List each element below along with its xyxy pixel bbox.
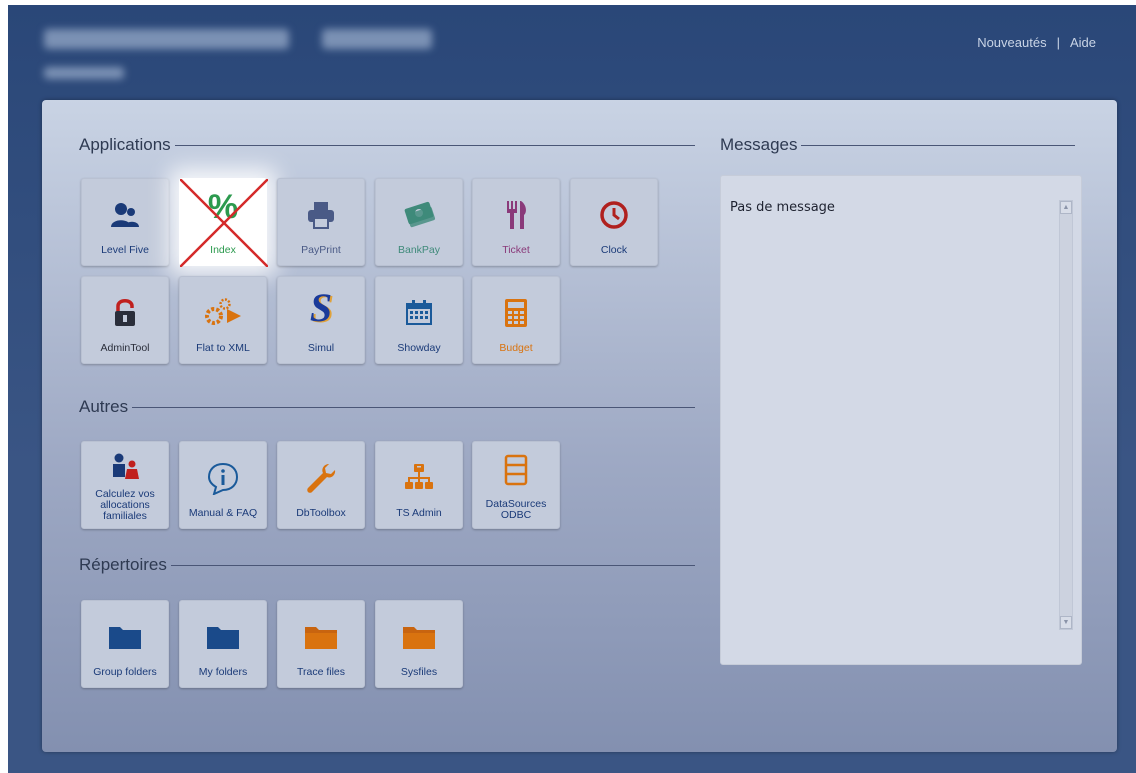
app-tile-budget[interactable]: Budget	[472, 276, 560, 364]
messages-text: Pas de message	[730, 200, 835, 215]
top-links: Nouveautés | Aide	[977, 35, 1096, 50]
messages-title: Messages	[720, 135, 798, 154]
gears-arrow-icon	[205, 298, 241, 325]
other-tile-ts-admin[interactable]: TS Admin	[375, 441, 463, 529]
divider	[801, 144, 1075, 146]
autres-title: Autres	[79, 397, 129, 416]
tile-label: Level Five	[101, 244, 149, 256]
blurred-app-subtitle	[322, 29, 432, 49]
messages-box: Pas de message ▲ ▼	[720, 175, 1082, 665]
tile-label: My folders	[198, 666, 248, 678]
applications-title: Applications	[79, 135, 171, 154]
tile-label: Sysfiles	[400, 666, 438, 678]
tile-label: TS Admin	[396, 507, 442, 519]
other-tile-datasources-odbc[interactable]: DataSources ODBC	[472, 441, 560, 529]
tile-label: DbToolbox	[296, 507, 346, 519]
link-separator: |	[1056, 35, 1060, 50]
folder-tile-sysfiles[interactable]: Sysfiles	[375, 600, 463, 688]
main-panel: Applications Level Five % Index PayPrint…	[42, 100, 1117, 752]
folder-icon	[109, 627, 141, 649]
divider	[170, 564, 695, 566]
messages-heading: Messages	[720, 135, 1075, 155]
app-tile-ticket[interactable]: Ticket	[472, 178, 560, 266]
app-tile-level-five[interactable]: Level Five	[81, 178, 169, 266]
tile-label: Ticket	[502, 244, 530, 256]
users-icon	[111, 203, 139, 227]
tile-label: Manual & FAQ	[188, 507, 258, 519]
blurred-app-title	[44, 29, 289, 49]
divider	[174, 144, 695, 146]
app-tile-flat-to-xml[interactable]: Flat to XML	[179, 276, 267, 364]
banknote-icon	[404, 201, 436, 228]
tile-label: PayPrint	[301, 244, 341, 256]
applications-heading: Applications	[79, 135, 695, 155]
s-logo-icon: S	[309, 284, 333, 330]
autres-heading: Autres	[79, 397, 695, 417]
tile-label: Simul	[307, 342, 335, 354]
repertoires-title: Répertoires	[79, 555, 167, 574]
help-link[interactable]: Aide	[1070, 35, 1096, 50]
calendar-icon	[406, 300, 432, 325]
family-icon	[113, 453, 139, 479]
app-background: Nouveautés | Aide Applications Level Five …	[8, 5, 1136, 773]
repertoires-heading: Répertoires	[79, 555, 695, 575]
folder-tile-group-folders[interactable]: Group folders	[81, 600, 169, 688]
tile-label: AdminTool	[100, 342, 150, 354]
tile-label: Trace files	[296, 666, 346, 678]
tile-label: Flat to XML	[196, 342, 250, 354]
tile-label: Clock	[600, 244, 628, 256]
app-tile-showday[interactable]: Showday	[375, 276, 463, 364]
app-tile-clock[interactable]: Clock	[570, 178, 658, 266]
tile-label: BankPay	[397, 244, 441, 256]
tile-label: Calculez vos allocations familiales	[95, 488, 155, 522]
folder-icon	[207, 627, 239, 649]
printer-icon	[308, 202, 334, 229]
app-tile-index[interactable]: % Index	[179, 178, 268, 267]
calculator-icon	[505, 299, 527, 327]
folder-tile-trace-files[interactable]: Trace files	[277, 600, 365, 688]
news-link[interactable]: Nouveautés	[977, 35, 1046, 50]
other-tile-allocations[interactable]: Calculez vos allocations familiales	[81, 441, 169, 529]
other-tile-dbtoolbox[interactable]: DbToolbox	[277, 441, 365, 529]
tile-label: Showday	[397, 342, 441, 354]
tile-label: Budget	[499, 342, 533, 354]
clock-icon	[600, 201, 628, 229]
app-tile-simul[interactable]: S Simul	[277, 276, 365, 364]
app-tile-payprint[interactable]: PayPrint	[277, 178, 365, 266]
lock-icon	[115, 299, 135, 326]
folder-icon	[305, 627, 337, 649]
folder-tile-my-folders[interactable]: My folders	[179, 600, 267, 688]
fork-knife-icon	[507, 201, 526, 229]
scroll-up-icon[interactable]: ▲	[1060, 201, 1072, 214]
messages-scrollbar[interactable]: ▲ ▼	[1059, 200, 1073, 630]
tile-label: DataSources ODBC	[485, 498, 547, 521]
database-icon	[504, 454, 528, 486]
app-tile-bankpay[interactable]: BankPay	[375, 178, 463, 266]
org-chart-icon	[405, 464, 433, 489]
divider	[132, 406, 695, 408]
tile-label: Group folders	[93, 666, 157, 678]
scroll-down-icon[interactable]: ▼	[1060, 616, 1072, 629]
crossed-out-mark-icon	[180, 179, 268, 267]
wrench-icon	[307, 464, 336, 493]
other-tile-manual-faq[interactable]: Manual & FAQ	[179, 441, 267, 529]
info-bubble-icon	[207, 462, 239, 495]
folder-icon	[403, 627, 435, 649]
app-tile-admintool[interactable]: AdminTool	[81, 276, 169, 364]
blurred-user-name	[44, 67, 124, 79]
